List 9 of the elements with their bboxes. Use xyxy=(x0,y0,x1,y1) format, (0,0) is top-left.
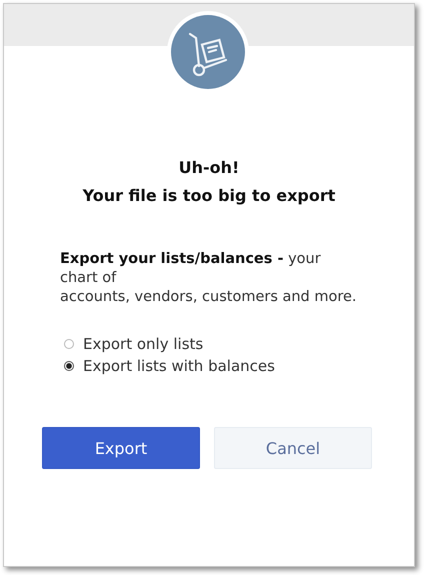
dialog-title: Uh-oh! xyxy=(178,157,240,179)
option-label: Export lists with balances xyxy=(83,357,275,375)
radio-button[interactable] xyxy=(64,339,74,349)
description-text: Export your lists/balances - your chart of accounts, vendors, customers and more. xyxy=(60,250,358,307)
radio-button[interactable] xyxy=(64,361,74,371)
cancel-button[interactable]: Cancel xyxy=(214,427,372,469)
export-button[interactable]: Export xyxy=(42,427,200,469)
dialog-title: Your file is too big to export xyxy=(82,185,336,207)
option-label: Export only lists xyxy=(83,335,204,353)
